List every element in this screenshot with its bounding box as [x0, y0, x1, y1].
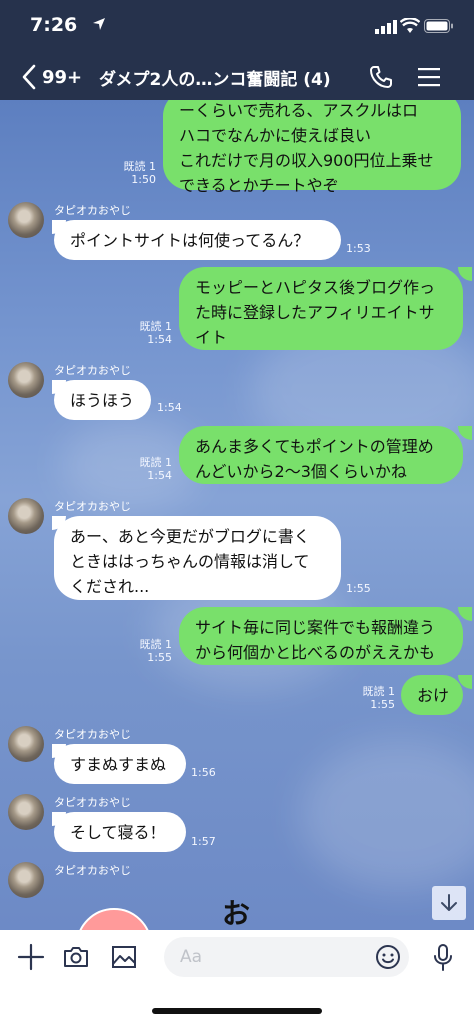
- battery-icon: [424, 19, 453, 33]
- avatar[interactable]: [8, 794, 44, 830]
- message-field[interactable]: [164, 937, 409, 977]
- sender-name: タピオカおやじ: [54, 500, 131, 513]
- message-line: サイト毎に同じ案件でも報酬違う: [195, 618, 436, 637]
- chat-header: 99+ ダメプ2人の…ンコ奮闘記 (4): [0, 54, 474, 100]
- input-bar: [0, 930, 474, 1024]
- message-line: おけ: [417, 686, 450, 705]
- background-cloud: [300, 740, 474, 890]
- signal-icon: [375, 20, 397, 34]
- message-line: すまぬすまぬ: [70, 755, 167, 774]
- menu-icon[interactable]: [414, 62, 444, 92]
- sender-name: タピオカおやじ: [54, 204, 131, 217]
- message-time: 1:50: [131, 173, 156, 186]
- read-receipt: 既読 1: [123, 160, 157, 173]
- bubble-tail: [458, 607, 472, 621]
- message-time: 1:57: [191, 835, 216, 848]
- sender-name: タピオカおやじ: [54, 728, 131, 741]
- sticker-partial[interactable]: [76, 908, 152, 930]
- message-bubble[interactable]: そして寝る！: [54, 812, 186, 852]
- message-line: んどいから2〜3個くらいかね: [195, 462, 407, 481]
- message-bubble[interactable]: ーくらいで売れる、アスクルはロ ハコでなんかに使えば良い これだけで月の収入90…: [163, 100, 461, 195]
- read-receipt: 既読 1: [139, 638, 173, 651]
- message-input[interactable]: [180, 946, 360, 968]
- message-line: くだされ...: [70, 577, 150, 596]
- message-bubble[interactable]: すまぬすまぬ: [54, 744, 186, 784]
- avatar[interactable]: [8, 862, 44, 898]
- avatar[interactable]: [8, 498, 44, 534]
- message-meta: 既読 1 1:55: [128, 638, 173, 664]
- message-line: た時に登録したアフィリエイトサ: [195, 303, 435, 322]
- message-line: ーくらいで売れる、アスクルはロ: [179, 101, 419, 120]
- message-line: あー、あと今更だがブログに書く: [70, 527, 310, 546]
- message-line: そして寝る！: [70, 823, 166, 842]
- sender-name: タピオカおやじ: [54, 796, 131, 809]
- location-icon: [93, 18, 105, 30]
- back-button[interactable]: 99+: [22, 62, 94, 92]
- message-bubble[interactable]: あー、あと今更だがブログに書く ときははっちゃんの情報は消して くだされ...: [54, 516, 341, 600]
- message-line: モッピーとハピタス後ブログ作っ: [195, 278, 436, 297]
- message-time: 1:56: [191, 766, 216, 779]
- plus-icon[interactable]: [16, 942, 46, 972]
- image-icon[interactable]: [109, 942, 139, 972]
- message-line: から何個かと比べるのがええかも: [195, 643, 436, 662]
- wifi-icon: [400, 18, 420, 33]
- message-time: 1:53: [346, 242, 371, 255]
- message-bubble[interactable]: あんま多くてもポイントの管理め んどいから2〜3個くらいかね: [179, 426, 463, 484]
- message-line: ときははっちゃんの情報は消して: [70, 552, 310, 571]
- read-receipt: 既読 1: [139, 456, 173, 469]
- message-time: 1:54: [147, 469, 172, 482]
- message-line: イト: [195, 328, 228, 347]
- bubble-tail: [458, 426, 472, 440]
- status-bar: 7:26: [0, 0, 474, 54]
- message-line: できるとかチートやぞ: [179, 176, 339, 195]
- message-time: 1:54: [157, 401, 182, 414]
- message-meta: 既読 1 1:54: [128, 456, 173, 482]
- unread-count: 99+: [42, 66, 83, 88]
- message-line: ほうほう: [70, 391, 135, 410]
- home-indicator: [152, 1008, 322, 1014]
- read-receipt: 既読 1: [362, 685, 396, 698]
- avatar[interactable]: [8, 362, 44, 398]
- message-meta: 既読 1 1:55: [350, 685, 396, 711]
- read-receipt: 既読 1: [139, 320, 173, 333]
- camera-icon[interactable]: [61, 942, 91, 972]
- message-time: 1:55: [346, 582, 371, 595]
- status-time: 7:26: [30, 14, 78, 36]
- message-bubble[interactable]: サイト毎に同じ案件でも報酬違う から何個かと比べるのがええかも: [179, 607, 463, 665]
- sticker[interactable]: お: [222, 892, 250, 930]
- mic-icon[interactable]: [428, 942, 458, 972]
- message-line: ハコでなんかに使えば良い: [179, 126, 372, 145]
- arrow-down-icon: [441, 894, 457, 911]
- scroll-down-button[interactable]: [432, 886, 466, 920]
- bubble-tail: [458, 267, 472, 281]
- chat-title: ダメプ2人の…ンコ奮闘記 (4): [99, 70, 331, 90]
- emoji-icon[interactable]: [375, 944, 401, 970]
- avatar[interactable]: [8, 726, 44, 762]
- message-bubble[interactable]: おけ: [401, 675, 463, 715]
- avatar[interactable]: [8, 202, 44, 238]
- message-time: 1:54: [147, 333, 172, 346]
- message-bubble[interactable]: モッピーとハピタス後ブログ作っ た時に登録したアフィリエイトサ イト: [179, 267, 463, 350]
- sender-name: タピオカおやじ: [54, 864, 131, 877]
- message-bubble[interactable]: ポイントサイトは何使ってるん？: [54, 220, 341, 260]
- message-bubble[interactable]: ほうほう: [54, 380, 151, 420]
- message-time: 1:55: [370, 698, 395, 711]
- sender-name: タピオカおやじ: [54, 364, 131, 377]
- chevron-left-icon: [22, 64, 36, 90]
- phone-icon[interactable]: [366, 62, 396, 92]
- chat-area[interactable]: ーくらいで売れる、アスクルはロ ハコでなんかに使えば良い これだけで月の収入90…: [0, 100, 474, 930]
- message-meta: 既読 1 1:50: [110, 160, 157, 186]
- message-time: 1:55: [147, 651, 172, 664]
- message-line: これだけで月の収入900円位上乗せ: [179, 151, 434, 170]
- message-meta: 既読 1 1:54: [128, 320, 173, 346]
- message-line: ポイントサイトは何使ってるん？: [70, 231, 310, 250]
- message-line: あんま多くてもポイントの管理め: [195, 437, 434, 456]
